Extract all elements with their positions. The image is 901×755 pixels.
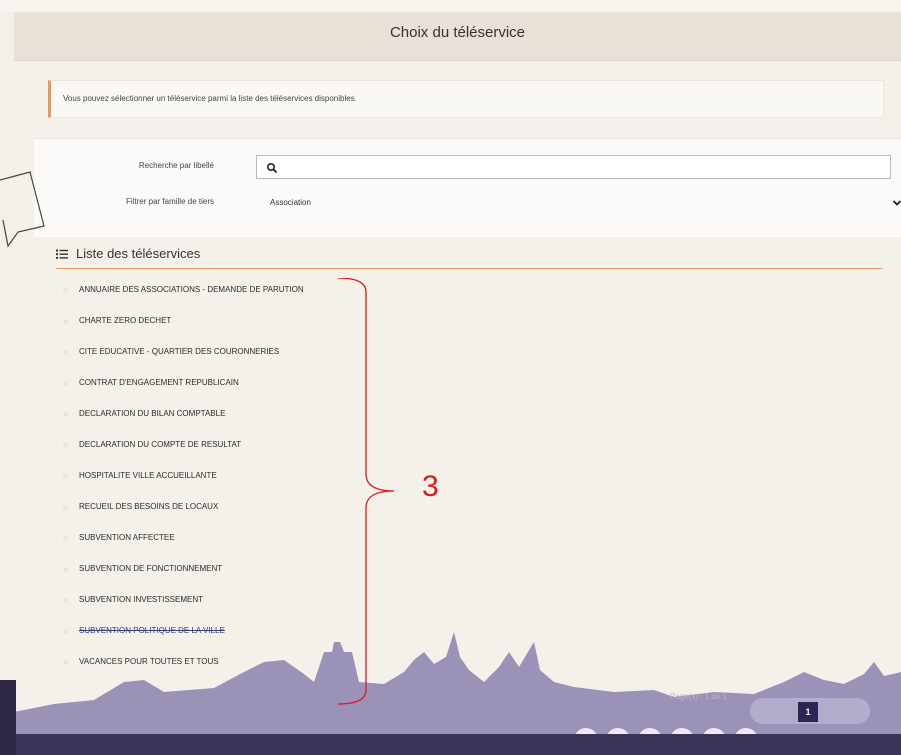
list-item[interactable]: CHARTE ZERO DECHET xyxy=(63,315,383,331)
list-header: Liste des téléservices xyxy=(56,244,882,269)
list-title: Liste des téléservices xyxy=(76,246,201,261)
page-header: Choix du téléservice xyxy=(14,12,901,61)
list-item[interactable]: ANNUAIRE DES ASSOCIATIONS - DEMANDE DE P… xyxy=(63,284,383,300)
family-filter-label: Filtrer par famille de tiers xyxy=(125,197,214,206)
list-icon xyxy=(56,249,68,259)
search-icon xyxy=(266,162,278,174)
list-item[interactable]: CONTRAT D'ENGAGEMENT REPUBLICAIN xyxy=(63,377,383,393)
filters-panel: Recherche par libellé Filtrer par famill… xyxy=(34,138,901,237)
footer-bar xyxy=(14,734,901,755)
list-item-label: ANNUAIRE DES ASSOCIATIONS - DEMANDE DE P… xyxy=(79,285,304,294)
family-filter-value: Association xyxy=(270,198,311,207)
list-item[interactable]: HOSPITALITE VILLE ACCUEILLANTE xyxy=(63,470,383,486)
list-item[interactable]: SUBVENTION AFFECTEE xyxy=(63,532,383,548)
list-item-label: SUBVENTION DE FONCTIONNEMENT xyxy=(79,564,223,573)
list-item[interactable]: SUBVENTION DE FONCTIONNEMENT xyxy=(63,563,383,579)
list-item-label: DECLARATION DU COMPTE DE RESULTAT xyxy=(79,440,242,449)
family-filter-select[interactable]: Association xyxy=(256,192,901,214)
list-item[interactable]: SUBVENTION INVESTISSEMENT xyxy=(63,594,383,610)
list-item-label: SUBVENTION INVESTISSEMENT xyxy=(79,595,204,604)
list-item-label: CITE EDUCATIVE - QUARTIER DES COURONNERI… xyxy=(79,347,280,356)
list-item-label: RECUEIL DES BESOINS DE LOCAUX xyxy=(79,502,219,511)
list-item-label: CONTRAT D'ENGAGEMENT REPUBLICAIN xyxy=(79,378,239,387)
list-item[interactable]: DECLARATION DU COMPTE DE RESULTAT xyxy=(63,439,383,455)
top-strip xyxy=(0,0,901,12)
list-item[interactable]: RECUEIL DES BESOINS DE LOCAUX xyxy=(63,501,383,517)
list-item[interactable]: DECLARATION DU BILAN COMPTABLE xyxy=(63,408,383,424)
search-label: Recherche par libellé xyxy=(138,161,214,170)
pagination-info: Page(s) : 1 de 1 xyxy=(670,692,727,701)
chevron-down-icon xyxy=(892,200,901,206)
info-message-text: Vous pouvez sélectionner un téléservice … xyxy=(63,94,357,103)
annotation-bracket xyxy=(337,278,395,705)
list-item-label: SUBVENTION AFFECTEE xyxy=(79,533,175,542)
app-frame: Choix du téléservice Vous pouvez sélecti… xyxy=(14,12,901,755)
info-message: Vous pouvez sélectionner un téléservice … xyxy=(48,80,884,118)
left-edge-decoration xyxy=(0,680,16,755)
page-1-button[interactable]: 1 xyxy=(798,702,818,722)
list-item-label: HOSPITALITE VILLE ACCUEILLANTE xyxy=(79,471,217,480)
search-input[interactable] xyxy=(256,155,891,179)
page-title: Choix du téléservice xyxy=(389,24,526,41)
annotation-number: 3 xyxy=(422,470,439,503)
list-item[interactable]: CITE EDUCATIVE - QUARTIER DES COURONNERI… xyxy=(63,346,383,362)
list-item-label: DECLARATION DU BILAN COMPTABLE xyxy=(79,409,226,418)
list-item-label: CHARTE ZERO DECHET xyxy=(79,316,172,325)
callout-shape xyxy=(0,171,45,248)
